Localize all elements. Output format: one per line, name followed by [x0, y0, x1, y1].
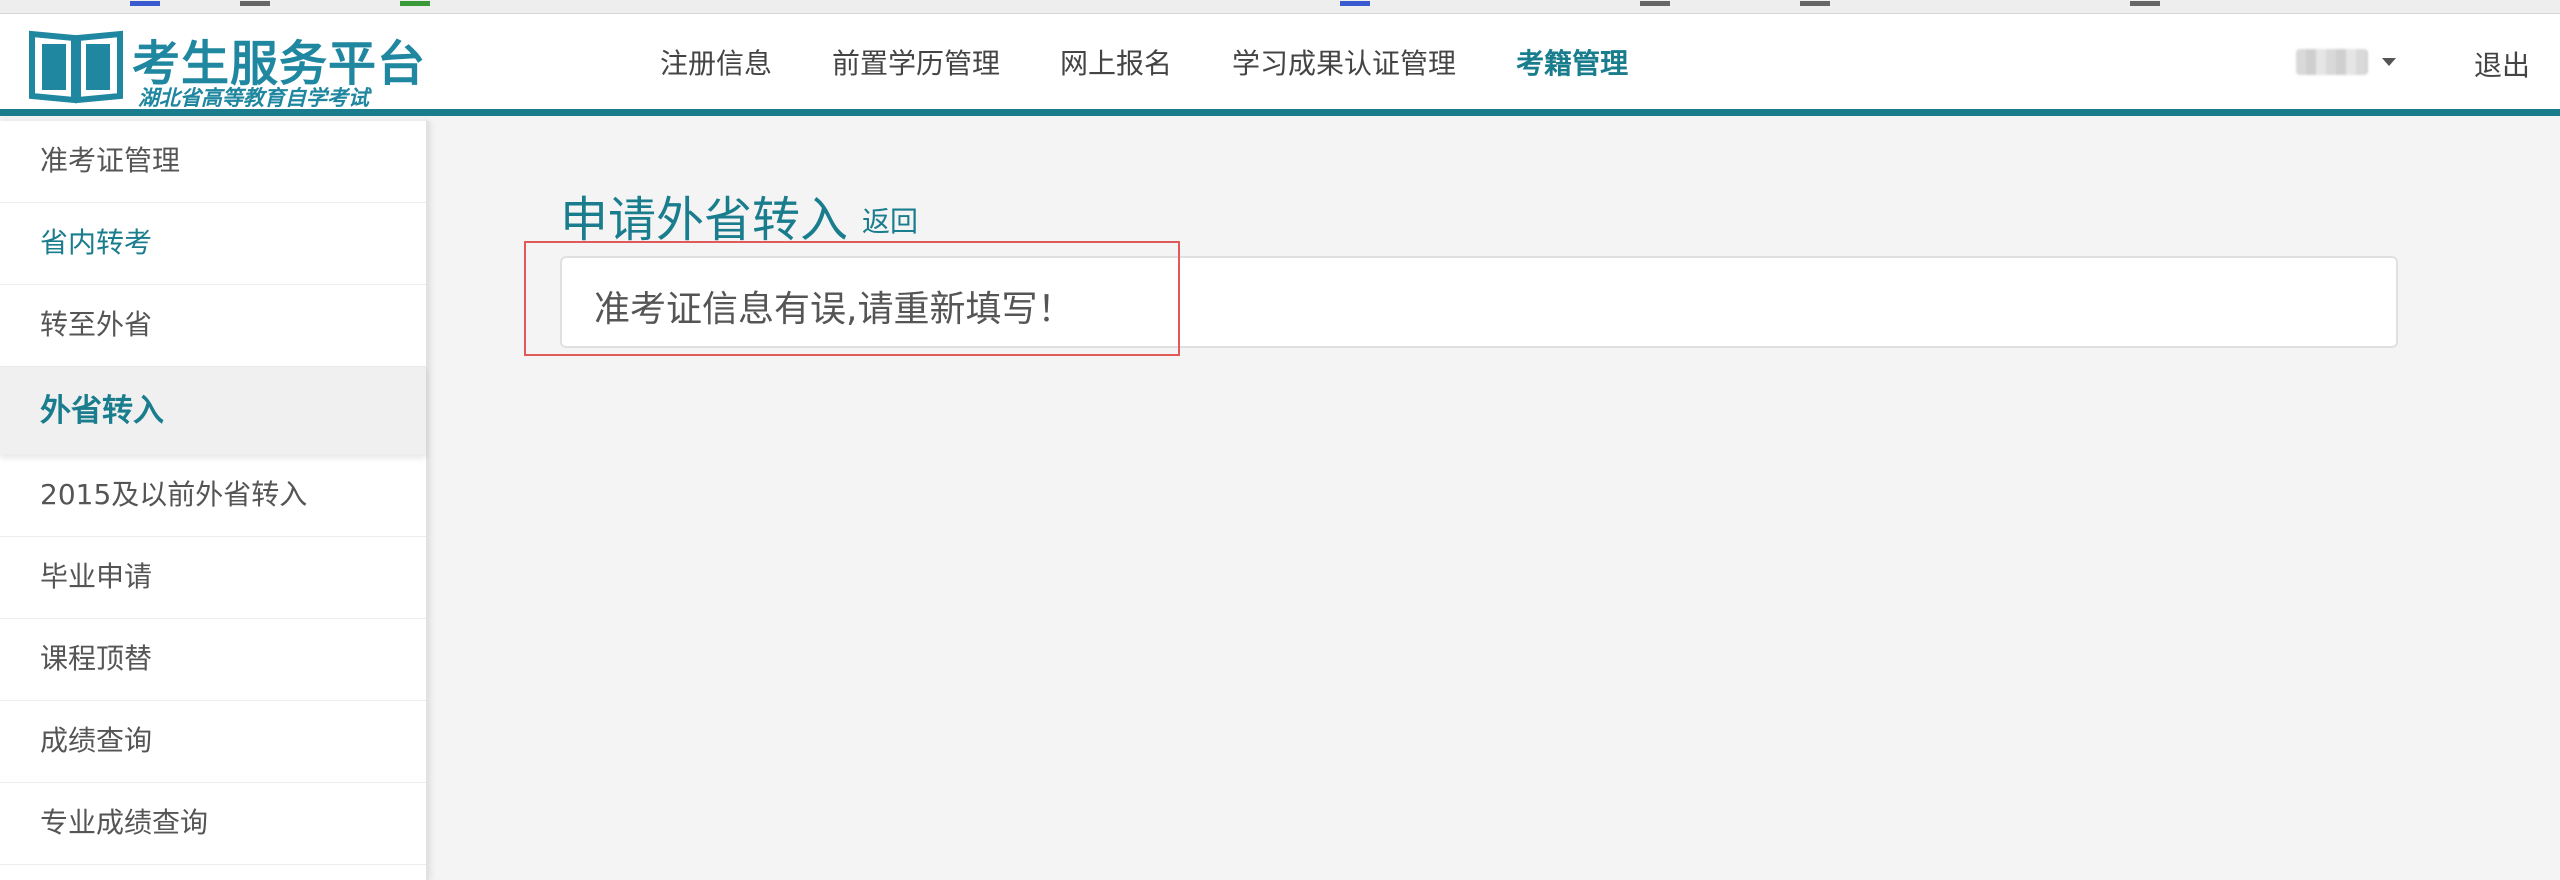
- nav-item-registration[interactable]: 注册信息: [660, 42, 772, 82]
- book-icon: [29, 30, 123, 104]
- sidebar-item-intra-province-transfer[interactable]: 省内转考: [0, 203, 426, 285]
- sidebar: 准考证管理 省内转考 转至外省 外省转入 2015及以前外省转入 毕业申请 课程…: [0, 121, 429, 880]
- main-nav: 注册信息 前置学历管理 网上报名 学习成果认证管理 考籍管理: [660, 14, 1688, 109]
- sidebar-item-score-query[interactable]: 成绩查询: [0, 701, 426, 783]
- nav-item-prior-education[interactable]: 前置学历管理: [832, 42, 1000, 82]
- back-link[interactable]: 返回: [862, 200, 918, 240]
- strip-mark: [130, 1, 160, 6]
- user-name-blurred: [2296, 49, 2368, 75]
- logo[interactable]: 考生服务平台 湖北省高等教育自学考试: [28, 20, 425, 110]
- error-alert: 准考证信息有误,请重新填写！: [560, 256, 2398, 348]
- logout-link[interactable]: 退出: [2474, 44, 2530, 84]
- user-menu[interactable]: [2296, 44, 2396, 80]
- strip-mark: [1640, 1, 1670, 6]
- sidebar-item-admission-ticket[interactable]: 准考证管理: [0, 121, 426, 203]
- strip-mark: [1340, 1, 1370, 6]
- strip-mark: [2130, 1, 2160, 6]
- browser-top-strip: [0, 0, 2560, 14]
- logo-subtitle: 湖北省高等教育自学考试: [138, 86, 369, 110]
- strip-mark: [400, 1, 430, 6]
- top-header: 考生服务平台 湖北省高等教育自学考试 注册信息 前置学历管理 网上报名 学习成果…: [0, 14, 2560, 116]
- strip-mark: [240, 1, 270, 6]
- nav-item-online-signup[interactable]: 网上报名: [1060, 42, 1172, 82]
- sidebar-item-graduation[interactable]: 毕业申请: [0, 537, 426, 619]
- alert-message: 准考证信息有误,请重新填写！: [594, 289, 1074, 330]
- sidebar-item-legacy-transfer-in[interactable]: 2015及以前外省转入: [0, 455, 426, 537]
- sidebar-item-course-substitution[interactable]: 课程顶替: [0, 619, 426, 701]
- sidebar-item-major-score-query[interactable]: 专业成绩查询: [0, 783, 426, 865]
- sidebar-item-transfer-out[interactable]: 转至外省: [0, 285, 426, 367]
- strip-mark: [1800, 1, 1830, 6]
- nav-item-exam-records[interactable]: 考籍管理: [1516, 42, 1628, 82]
- chevron-down-icon: [2382, 58, 2396, 66]
- nav-item-learning-credit[interactable]: 学习成果认证管理: [1232, 42, 1456, 82]
- sidebar-item-transfer-in[interactable]: 外省转入: [0, 367, 426, 455]
- page-title: 申请外省转入: [560, 192, 849, 248]
